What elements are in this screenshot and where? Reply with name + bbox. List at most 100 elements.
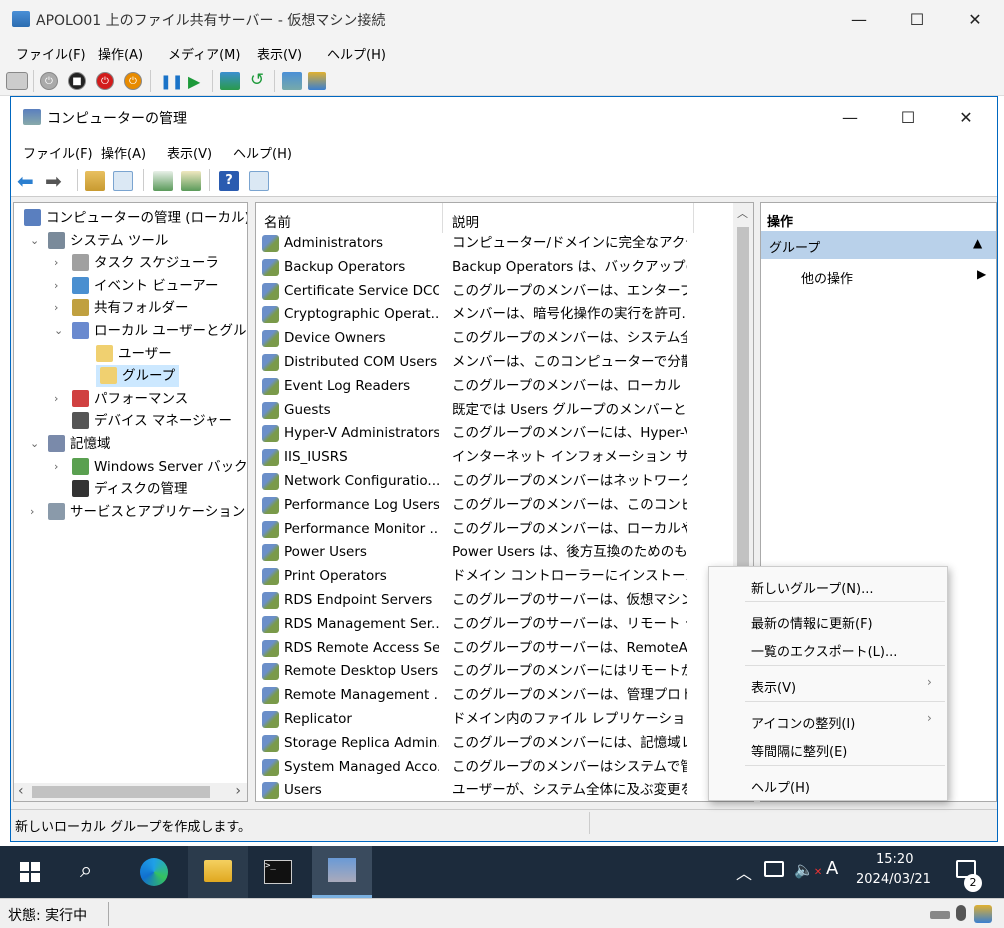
ctx-help[interactable]: ヘルプ(H) bbox=[751, 777, 810, 796]
mmc-maximize-button[interactable]: ☐ bbox=[879, 97, 937, 137]
help-icon[interactable]: ? bbox=[219, 171, 239, 191]
network-icon[interactable] bbox=[764, 861, 784, 877]
list-item[interactable]: Print Operators ドメイン コントローラーにインストールされて... bbox=[256, 564, 736, 588]
scroll-up-icon[interactable]: ︿ bbox=[737, 205, 748, 221]
ctx-export-list[interactable]: 一覧のエクスポート(L)... bbox=[751, 641, 897, 660]
scroll-thumb[interactable] bbox=[32, 786, 210, 798]
groups-list[interactable]: 名前 説明 Administrators コンピューター/ドメインに完全なアクセス… bbox=[255, 202, 754, 802]
enhanced-session-icon[interactable] bbox=[282, 72, 302, 90]
list-item[interactable]: Cryptographic Operat... メンバーは、暗号化操作の実行を許可… bbox=[256, 302, 736, 326]
ctx-arrange-icons[interactable]: アイコンの整列(I) bbox=[751, 713, 855, 732]
column-header-name[interactable]: 名前 bbox=[264, 211, 291, 231]
list-item[interactable]: Performance Monitor ... このグループのメンバーは、ローカル… bbox=[256, 517, 736, 541]
list-item[interactable]: System Managed Acco... このグループのメンバーはシステムで管… bbox=[256, 755, 736, 779]
list-item[interactable]: RDS Management Ser... このグループのサーバーは、リモート デ… bbox=[256, 612, 736, 636]
tree-node[interactable]: ローカル ユーザーとグループ bbox=[72, 320, 247, 342]
mmc-menu-action[interactable]: 操作(A) bbox=[101, 143, 146, 162]
mmc-menu-file[interactable]: ファイル(F) bbox=[23, 143, 93, 162]
list-item[interactable]: Performance Log Users このグループのメンバーは、このコンピュ… bbox=[256, 493, 736, 517]
list-item[interactable]: Device Owners このグループのメンバーは、システム全体... bbox=[256, 326, 736, 350]
ctx-new-group[interactable]: 新しいグループ(N)... bbox=[751, 578, 874, 597]
tree-node[interactable]: ディスクの管理 bbox=[72, 478, 188, 500]
menu-help[interactable]: ヘルプ(H) bbox=[327, 44, 386, 63]
mmc-menu-help[interactable]: ヘルプ(H) bbox=[233, 143, 292, 162]
column-divider[interactable] bbox=[442, 203, 443, 233]
tree-node[interactable]: ユーザー bbox=[96, 343, 172, 365]
show-hidden-icons[interactable]: ︿ bbox=[736, 860, 752, 884]
list-item[interactable]: Storage Replica Admin... このグループのメンバーには、記憶… bbox=[256, 731, 736, 755]
tree-node[interactable]: デバイス マネージャー bbox=[72, 410, 232, 432]
tree-node[interactable]: コンピューターの管理 (ローカル) bbox=[24, 207, 247, 229]
edge-icon[interactable] bbox=[140, 858, 168, 886]
tree-node[interactable]: サービスとアプリケーション bbox=[48, 501, 245, 523]
tree-node[interactable]: イベント ビューアー bbox=[72, 275, 218, 297]
start-button[interactable] bbox=[20, 862, 40, 882]
tree-expander-icon[interactable]: › bbox=[30, 505, 34, 518]
list-item[interactable]: Backup Operators Backup Operators は、バックアッ… bbox=[256, 255, 736, 279]
show-hide-action-pane-icon[interactable] bbox=[249, 171, 269, 191]
column-header-description[interactable]: 説明 bbox=[452, 211, 479, 231]
ctrl-alt-del-icon[interactable] bbox=[6, 72, 28, 90]
list-item[interactable]: Event Log Readers このグループのメンバーは、ローカル コンピ..… bbox=[256, 374, 736, 398]
menu-view[interactable]: 表示(V) bbox=[257, 44, 302, 63]
console-tree[interactable]: コンピューターの管理 (ローカル) ⌄ システム ツール › タスク スケジューラ › イベ… bbox=[13, 202, 248, 802]
list-item[interactable]: Replicator ドメイン内のファイル レプリケーションをサ... bbox=[256, 707, 736, 731]
tree-expander-icon[interactable]: › bbox=[54, 301, 58, 314]
tree-expander-icon[interactable]: ⌄ bbox=[30, 437, 39, 450]
volume-muted-icon[interactable]: 🔈✕ bbox=[794, 860, 822, 879]
maximize-button[interactable]: ☐ bbox=[888, 0, 946, 38]
horizontal-scrollbar[interactable]: ‹ › bbox=[14, 783, 247, 801]
ctx-line-up-icons[interactable]: 等間隔に整列(E) bbox=[751, 741, 847, 760]
tree-node[interactable]: システム ツール bbox=[48, 230, 168, 252]
up-folder-icon[interactable] bbox=[85, 171, 105, 191]
scroll-right-icon[interactable]: › bbox=[235, 783, 241, 799]
list-item[interactable]: Certificate Service DCO... このグループのメンバーは、エ… bbox=[256, 279, 736, 303]
list-item[interactable]: IIS_IUSRS インターネット インフォメーション サービスで... bbox=[256, 445, 736, 469]
list-item[interactable]: Users ユーザーが、システム全体に及ぶ変更を... bbox=[256, 778, 736, 801]
tree-node[interactable]: Windows Server バックアップ bbox=[72, 456, 247, 478]
tree-node[interactable]: 共有フォルダー bbox=[72, 297, 189, 319]
list-item[interactable]: Guests 既定では Users グループのメンバーと同... bbox=[256, 398, 736, 422]
forward-icon[interactable]: ➡ bbox=[45, 169, 62, 193]
actions-group-section[interactable]: グループ ▲ bbox=[761, 231, 996, 259]
other-actions-item[interactable]: 他の操作 ▶ bbox=[761, 263, 996, 289]
list-item[interactable]: RDS Remote Access Se... このグループのサーバーは、Remo… bbox=[256, 636, 736, 660]
start-icon[interactable]: ⏻ bbox=[40, 72, 58, 90]
refresh-icon[interactable] bbox=[153, 171, 173, 191]
mmc-menu-view[interactable]: 表示(V) bbox=[167, 143, 212, 162]
search-icon[interactable]: ⌕ bbox=[80, 858, 92, 883]
tree-node[interactable]: グループ bbox=[96, 365, 180, 388]
list-item[interactable]: Hyper-V Administrators このグループのメンバーには、Hype… bbox=[256, 421, 736, 445]
menu-media[interactable]: メディア(M) bbox=[168, 44, 240, 63]
resume-icon[interactable]: ▶ bbox=[188, 72, 200, 91]
tree-expander-icon[interactable]: ⌄ bbox=[30, 234, 39, 247]
menu-file[interactable]: ファイル(F) bbox=[16, 44, 86, 63]
clock-date[interactable]: 2024/03/21 bbox=[856, 872, 931, 887]
terminal-icon[interactable]: >_ bbox=[264, 860, 292, 884]
tree-expander-icon[interactable]: › bbox=[54, 460, 58, 473]
list-item[interactable]: RDS Endpoint Servers このグループのサーバーは、仮想マシンを.… bbox=[256, 588, 736, 612]
list-item[interactable]: Distributed COM Users メンバーは、このコンピューターで分散 … bbox=[256, 350, 736, 374]
tree-expander-icon[interactable]: ⌄ bbox=[54, 324, 63, 337]
list-item[interactable]: Power Users Power Users は、後方互換のためのも... bbox=[256, 540, 736, 564]
column-divider[interactable] bbox=[693, 203, 694, 233]
pause-icon[interactable]: ❚❚ bbox=[160, 74, 183, 90]
tree-expander-icon[interactable]: › bbox=[54, 279, 58, 292]
shutdown-icon[interactable]: ⏻ bbox=[96, 72, 114, 90]
ctx-view[interactable]: 表示(V) bbox=[751, 677, 796, 696]
tree-node[interactable]: タスク スケジューラ bbox=[72, 252, 219, 274]
ctx-refresh[interactable]: 最新の情報に更新(F) bbox=[751, 613, 873, 632]
save-icon[interactable]: ⏻ bbox=[124, 72, 142, 90]
collapse-icon[interactable]: ▲ bbox=[973, 236, 982, 250]
tree-expander-icon[interactable]: › bbox=[54, 256, 58, 269]
list-item[interactable]: Administrators コンピューター/ドメインに完全なアクセス... bbox=[256, 231, 736, 255]
share-icon[interactable] bbox=[308, 72, 326, 90]
tree-node[interactable]: パフォーマンス bbox=[72, 388, 188, 410]
show-hide-tree-icon[interactable] bbox=[113, 171, 133, 191]
ime-indicator[interactable]: A bbox=[826, 858, 838, 879]
mmc-minimize-button[interactable]: — bbox=[821, 97, 879, 137]
clock-time[interactable]: 15:20 bbox=[876, 852, 913, 867]
computer-management-taskbar-icon[interactable] bbox=[312, 846, 372, 898]
minimize-button[interactable]: — bbox=[830, 0, 888, 38]
list-item[interactable]: Remote Desktop Users このグループのメンバーにはリモートからロ… bbox=[256, 659, 736, 683]
